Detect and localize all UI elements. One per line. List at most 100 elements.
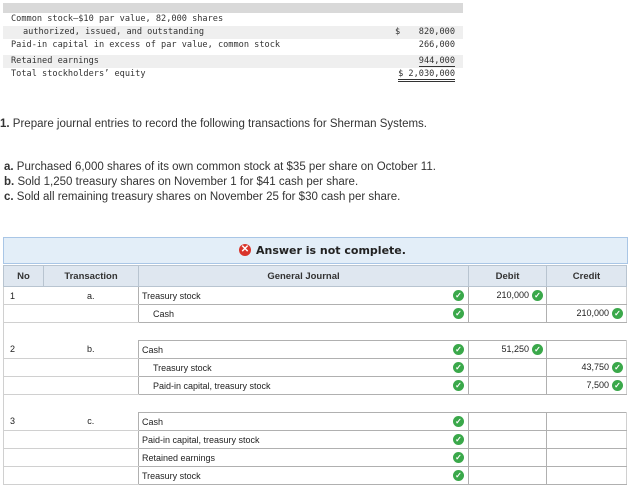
debit-value: 51,250	[501, 343, 529, 354]
debit-value: 210,000	[496, 289, 529, 300]
debit-cell	[469, 323, 547, 341]
equity-row-amount: 266,000	[418, 40, 455, 50]
check-icon: ✓	[453, 416, 464, 427]
transaction-letter-cell	[43, 376, 139, 395]
no-cell	[3, 394, 44, 413]
account-name: Treasury stock	[153, 362, 212, 373]
debit-input[interactable]	[468, 466, 547, 485]
account-name: Paid-in capital, treasury stock	[142, 434, 260, 445]
equity-row: Paid-in capital in excess of par value, …	[3, 39, 463, 52]
check-icon: ✓	[453, 362, 464, 373]
credit-input[interactable]: 7,500 ✓	[546, 376, 627, 395]
credit-input[interactable]: 210,000 ✓	[546, 304, 627, 323]
transaction-letter-cell: c.	[43, 412, 139, 431]
account-select[interactable]: Cash ✓	[138, 412, 469, 431]
check-icon: ✓	[612, 362, 623, 374]
debit-input[interactable]	[468, 448, 547, 467]
journal-row: 1 a. Treasury stock ✓ 210,000 ✓	[3, 286, 627, 305]
entry-number	[3, 304, 44, 323]
account-select[interactable]: Paid-in capital, treasury stock ✓	[138, 376, 469, 395]
equity-row: Common stock–$10 par value, 82,000 share…	[3, 13, 463, 26]
equity-row: authorized, issued, and outstanding $820,…	[3, 26, 463, 39]
entry-number	[3, 448, 44, 467]
debit-input[interactable]	[468, 412, 547, 431]
credit-input[interactable]	[546, 430, 627, 449]
account-select[interactable]: Retained earnings ✓	[138, 448, 469, 467]
account-select[interactable]: Paid-in capital, treasury stock ✓	[138, 430, 469, 449]
answer-status-banner: ✕ Answer is not complete.	[3, 237, 628, 264]
equity-rows: Common stock–$10 par value, 82,000 share…	[3, 13, 463, 82]
debit-input[interactable]	[468, 376, 547, 395]
credit-input[interactable]	[546, 340, 627, 359]
account-cell	[139, 395, 469, 413]
col-transaction: Transaction	[43, 265, 139, 287]
journal-row: Treasury stock ✓ 43,750 ✓	[3, 358, 627, 377]
debit-input[interactable]: 51,250 ✓	[468, 340, 547, 359]
credit-input[interactable]	[546, 448, 627, 467]
col-debit: Debit	[468, 265, 547, 287]
check-icon: ✓	[453, 290, 464, 301]
account-name: Paid-in capital, treasury stock	[153, 380, 271, 391]
credit-input[interactable]	[546, 286, 627, 305]
journal-row: 3 c. Cash ✓	[3, 412, 627, 431]
question-text: Prepare journal entries to record the fo…	[12, 118, 427, 130]
equity-row-amount: 820,000	[418, 27, 455, 37]
debit-input[interactable]: 210,000 ✓	[468, 286, 547, 305]
journal-row: Retained earnings ✓	[3, 448, 627, 467]
credit-value: 43,750	[581, 361, 609, 372]
entry-number	[3, 376, 44, 395]
credit-input[interactable]	[546, 412, 627, 431]
transaction-item: b. Sold 1,250 treasury shares on Novembe…	[4, 176, 358, 188]
credit-input[interactable]: 43,750 ✓	[546, 358, 627, 377]
transaction-letter: b.	[4, 176, 15, 188]
check-icon: ✓	[612, 308, 623, 320]
journal-header-row: No Transaction General Journal Debit Cre…	[3, 265, 627, 287]
col-general-journal: General Journal	[138, 265, 469, 287]
equity-row-label: Common stock–$10 par value, 82,000 share…	[11, 14, 224, 24]
journal-row: Paid-in capital, treasury stock ✓ 7,500 ✓	[3, 376, 627, 395]
entry-number	[3, 466, 44, 485]
spacer-row	[3, 394, 627, 413]
account-select[interactable]: Treasury stock ✓	[138, 358, 469, 377]
credit-input[interactable]	[546, 466, 627, 485]
transaction-text: Sold all remaining treasury shares on No…	[16, 191, 401, 203]
debit-input[interactable]	[468, 304, 547, 323]
transaction-letter-cell	[43, 430, 139, 449]
debit-input[interactable]	[468, 430, 547, 449]
journal-row: 2 b. Cash ✓ 51,250 ✓	[3, 340, 627, 359]
entry-number	[3, 430, 44, 449]
equity-row: Retained earnings 944,000	[3, 55, 463, 68]
spacer-row	[3, 322, 627, 341]
account-select[interactable]: Treasury stock ✓	[138, 286, 469, 305]
check-icon: ✓	[453, 308, 464, 319]
check-icon: ✓	[532, 344, 543, 356]
question-title: 1. Prepare journal entries to record the…	[0, 118, 427, 130]
account-select[interactable]: Cash ✓	[138, 304, 469, 323]
entry-number	[3, 358, 44, 377]
credit-value: 210,000	[576, 307, 609, 318]
check-icon: ✓	[453, 380, 464, 391]
equity-row-amount: 944,000	[418, 56, 455, 67]
equity-row: Total stockholders’ equity $ 2,030,000	[3, 68, 463, 82]
x-circle-icon: ✕	[239, 244, 251, 256]
answer-status-text: Answer is not complete.	[256, 244, 406, 257]
general-journal-table: No Transaction General Journal Debit Cre…	[3, 265, 627, 485]
debit-input[interactable]	[468, 358, 547, 377]
stockholders-equity-table: Common stock–$10 par value, 82,000 share…	[3, 3, 463, 82]
check-icon: ✓	[532, 290, 543, 302]
account-select[interactable]: Treasury stock ✓	[138, 466, 469, 485]
equity-row-label: Retained earnings	[11, 56, 99, 66]
credit-value: 7,500	[586, 379, 609, 390]
entry-number: 3	[3, 412, 44, 431]
entry-number: 2	[3, 340, 44, 359]
account-name: Cash	[153, 308, 175, 319]
account-name: Retained earnings	[142, 452, 216, 463]
check-icon: ✓	[453, 434, 464, 445]
account-select[interactable]: Cash ✓	[138, 340, 469, 359]
transaction-cell	[44, 323, 139, 341]
credit-cell	[547, 323, 627, 341]
debit-cell	[469, 395, 547, 413]
check-icon: ✓	[612, 380, 623, 392]
question-number: 1.	[0, 118, 10, 130]
transaction-letter-cell	[43, 358, 139, 377]
